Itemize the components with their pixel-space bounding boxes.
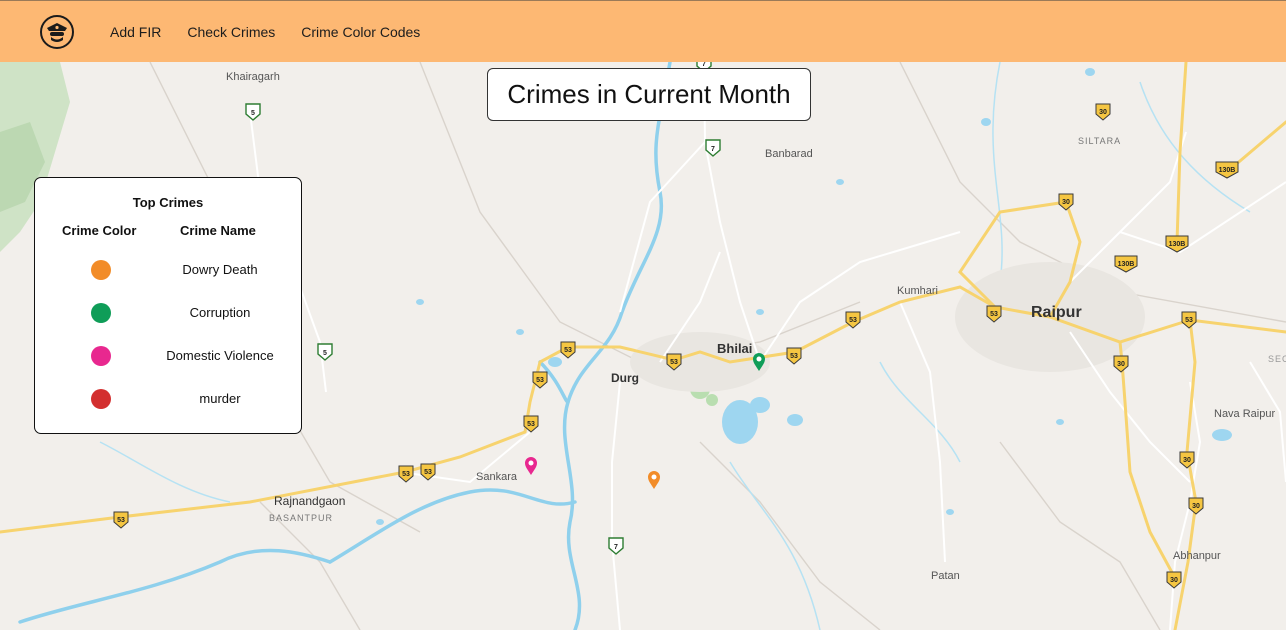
nav-add-fir[interactable]: Add FIR [110,24,161,40]
svg-text:5: 5 [323,350,327,357]
place-bhilai: Bhilai [717,341,753,356]
svg-text:53: 53 [849,317,857,324]
nav-crime-color-codes[interactable]: Crime Color Codes [301,24,420,40]
nav-check-crimes[interactable]: Check Crimes [187,24,275,40]
crime-color-dot [91,260,111,280]
svg-text:53: 53 [990,311,998,318]
place-basantpur: BASANTPUR [269,513,334,523]
place-banbarad: Banbarad [765,148,813,160]
place-sec: SEC [1268,354,1286,364]
legend-title: Top Crimes [132,195,204,210]
svg-text:53: 53 [117,517,125,524]
svg-text:7: 7 [614,544,618,551]
svg-text:30: 30 [1117,361,1125,368]
svg-text:130B: 130B [1169,241,1186,248]
svg-text:30: 30 [1170,577,1178,584]
top-navbar: Add FIR Check Crimes Crime Color Codes [0,0,1286,62]
svg-text:130B: 130B [1219,167,1236,174]
legend-row: Dowry Death [35,258,301,282]
svg-text:53: 53 [1185,317,1193,324]
crime-name: Domestic Violence [166,348,274,363]
crime-marker-corruption[interactable] [752,352,766,372]
crime-name: Corruption [189,305,251,320]
crime-color-dot [91,303,111,323]
svg-text:5: 5 [251,110,255,117]
svg-text:30: 30 [1192,503,1200,510]
place-raipur: Raipur [1031,304,1082,321]
svg-text:30: 30 [1183,457,1191,464]
legend-row: murder [35,387,301,411]
crime-name: Dowry Death [182,262,258,277]
svg-text:130B: 130B [1118,261,1135,268]
svg-text:53: 53 [790,353,798,360]
police-officer-icon[interactable] [40,14,74,49]
place-abhanpur: Abhanpur [1173,550,1221,562]
crime-legend-panel: Top Crimes Crime Color Crime Name Dowry … [34,177,302,434]
svg-text:53: 53 [402,471,410,478]
place-kumhari: Kumhari [897,285,938,297]
place-siltara: SILTARA [1078,136,1122,146]
svg-text:30: 30 [1099,109,1107,116]
svg-text:53: 53 [536,377,544,384]
place-rajnandgaon: Rajnandgaon [274,494,346,508]
place-durg: Durg [611,371,639,385]
crime-marker-dowry-death[interactable] [647,470,661,490]
legend-col-color: Crime Color [62,223,137,238]
crime-map-page: Add FIR Check Crimes Crime Color Codes 3… [0,0,1286,630]
svg-text:30: 30 [1062,199,1070,206]
legend-row: Domestic Violence [35,344,301,368]
map-title: Crimes in Current Month [487,68,811,121]
svg-text:7: 7 [711,146,715,153]
crime-color-dot [91,346,111,366]
legend-row: Corruption [35,301,301,325]
place-sankara: Sankara [476,471,517,483]
place-khairagarh: Khairagarh [226,71,280,83]
svg-text:53: 53 [424,469,432,476]
place-patan: Patan [931,570,960,582]
legend-col-name: Crime Name [180,223,256,238]
crime-name: murder [199,391,241,406]
place-nava-raipur: Nava Raipur [1214,408,1276,420]
svg-text:53: 53 [527,421,535,428]
crime-marker-domestic-violence[interactable] [524,456,538,476]
svg-text:53: 53 [564,347,572,354]
svg-text:53: 53 [670,359,678,366]
crime-color-dot [91,389,111,409]
